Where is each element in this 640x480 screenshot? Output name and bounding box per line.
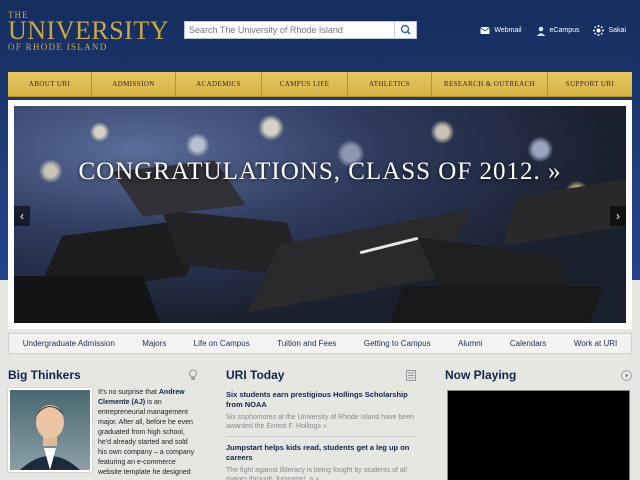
story-intro: It's no surprise that (98, 389, 159, 396)
sakai-link[interactable]: Sakai (593, 25, 626, 36)
nav-campus-life[interactable]: CAMPUS LIFE (262, 72, 348, 96)
lightbulb-icon (189, 369, 197, 380)
ecampus-link[interactable]: eCampus (536, 25, 580, 36)
student-portrait (20, 405, 80, 470)
mail-icon (480, 27, 491, 34)
mortarboard-7 (384, 286, 604, 323)
gear-icon (593, 25, 605, 36)
main-nav: ABOUT URI ADMISSION ACADEMICS CAMPUS LIF… (8, 72, 632, 97)
quick-links-bar: Undergraduate Admission Majors Life on C… (8, 333, 632, 354)
link-alumni[interactable]: Alumni (458, 339, 482, 348)
search-icon (400, 24, 411, 35)
graduation-photo[interactable]: CONGRATULATIONS, CLASS OF 2012. » ‹ › (14, 106, 626, 323)
link-undergraduate-admission[interactable]: Undergraduate Admission (23, 339, 115, 348)
university-logo[interactable]: THE UNIVERSITY OF RHODE ISLAND (8, 10, 169, 53)
nav-admission[interactable]: ADMISSION (92, 72, 176, 96)
news-story-title[interactable]: Jumpstart helps kids read, students get … (226, 443, 416, 463)
nav-research-outreach[interactable]: RESEARCH & OUTREACH (432, 72, 548, 96)
student-photo[interactable] (8, 388, 92, 472)
mortarboard-6 (14, 276, 165, 323)
link-work-at-uri[interactable]: Work at URI (574, 339, 617, 348)
slideshow-next-arrow[interactable]: › (610, 206, 626, 226)
person-icon (536, 26, 545, 36)
big-thinkers-heading: Big Thinkers (8, 368, 81, 382)
link-calendars[interactable]: Calendars (510, 339, 546, 348)
nav-academics[interactable]: ACADEMICS (176, 72, 262, 96)
nav-support-uri[interactable]: SUPPORT URI (548, 72, 632, 96)
webmail-link[interactable]: Webmail (480, 25, 522, 36)
search-input[interactable] (185, 22, 393, 38)
news-story-summary: The fight against illiteracy is being fo… (226, 467, 407, 480)
story-body: is an entrepreneurial management major. … (98, 399, 195, 476)
webmail-label: Webmail (494, 27, 522, 34)
search-box (184, 21, 417, 39)
news-story-title[interactable]: Six students earn prestigious Hollings S… (226, 390, 416, 410)
search-button[interactable] (394, 22, 416, 38)
utility-links: Webmail eCampus Sakai (480, 25, 626, 36)
hero-headline[interactable]: CONGRATULATIONS, CLASS OF 2012. » (14, 158, 626, 186)
video-player[interactable] (447, 390, 630, 480)
play-icon[interactable] (621, 369, 632, 381)
uri-today-section: URI Today Six students earn prestigious … (226, 366, 416, 480)
news-story-summary: Six sophomores at the University of Rhod… (226, 414, 414, 430)
nav-about-uri[interactable]: ABOUT URI (8, 72, 92, 96)
ecampus-label: eCampus (549, 27, 580, 34)
big-thinkers-section: Big Thinkers It's no surprise that Andre… (8, 366, 198, 476)
now-playing-section: Now Playing (445, 366, 632, 480)
logo-line-university: UNIVERSITY (8, 16, 169, 45)
sakai-label: Sakai (608, 27, 626, 34)
link-tuition-and-fees[interactable]: Tuition and Fees (277, 339, 336, 348)
slideshow-prev-arrow[interactable]: ‹ (14, 206, 30, 226)
link-getting-to-campus[interactable]: Getting to Campus (364, 339, 431, 348)
big-thinkers-story: It's no surprise that Andrew Clemente (A… (98, 388, 198, 478)
news-story: Jumpstart helps kids read, students get … (226, 443, 416, 480)
news-story: Six students earn prestigious Hollings S… (226, 390, 416, 437)
newspaper-icon (406, 369, 416, 381)
link-life-on-campus[interactable]: Life on Campus (194, 339, 250, 348)
now-playing-heading: Now Playing (445, 368, 517, 382)
hero-slideshow: CONGRATULATIONS, CLASS OF 2012. » ‹ › (8, 100, 632, 329)
link-majors[interactable]: Majors (142, 339, 166, 348)
news-divider (226, 436, 416, 437)
uri-today-heading: URI Today (226, 368, 285, 382)
nav-athletics[interactable]: ATHLETICS (348, 72, 432, 96)
